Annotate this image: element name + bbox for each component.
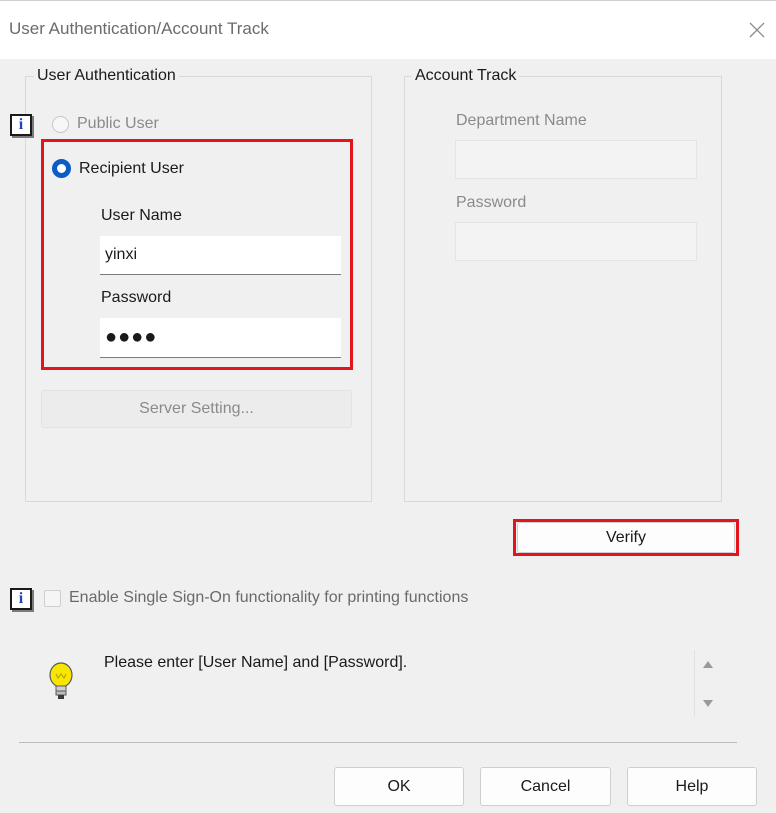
recipient-user-radio[interactable]: Recipient User: [52, 159, 184, 178]
scroll-down-button[interactable]: [701, 699, 715, 709]
verify-highlight-box: [513, 519, 739, 556]
status-message: Please enter [User Name] and [Password].: [104, 654, 408, 671]
footer-divider: [19, 742, 737, 743]
account-password-input[interactable]: [455, 222, 697, 261]
recipient-user-label: Recipient User: [79, 159, 184, 177]
password-label: Password: [101, 289, 172, 306]
department-name-label: Department Name: [456, 112, 587, 129]
message-scrollbar-track: [694, 650, 695, 716]
public-user-radio[interactable]: Public User: [52, 115, 159, 133]
public-user-label: Public User: [77, 115, 159, 132]
account-password-label: Password: [456, 194, 527, 211]
triangle-down-icon: [703, 700, 713, 707]
lightbulb-icon: [49, 662, 73, 699]
user-auth-dialog: User Authentication/Account Track User A…: [0, 0, 776, 813]
window-title: User Authentication/Account Track: [9, 19, 269, 38]
scroll-up-button[interactable]: [701, 659, 715, 669]
recipient-user-radio-circle[interactable]: [52, 159, 71, 178]
ok-button[interactable]: OK: [334, 767, 464, 806]
close-icon: [749, 22, 765, 38]
account-track-legend: Account Track: [412, 67, 520, 85]
password-input[interactable]: [100, 318, 341, 358]
user-name-label: User Name: [101, 207, 182, 224]
help-button[interactable]: Help: [627, 767, 757, 806]
sso-info-letter: i: [18, 590, 24, 607]
sso-info-icon[interactable]: i: [10, 588, 32, 610]
sso-checkbox[interactable]: Enable Single Sign-On functionality for …: [44, 589, 468, 607]
info-icon[interactable]: i: [10, 114, 32, 136]
triangle-up-icon: [703, 661, 713, 668]
user-authentication-legend: User Authentication: [34, 67, 179, 85]
info-letter: i: [18, 116, 24, 133]
sso-label: Enable Single Sign-On functionality for …: [69, 589, 469, 606]
department-name-input[interactable]: [455, 140, 697, 179]
user-name-input[interactable]: [100, 236, 341, 275]
cancel-button[interactable]: Cancel: [480, 767, 611, 806]
sso-checkbox-box[interactable]: [44, 589, 61, 607]
server-setting-button[interactable]: Server Setting...: [41, 390, 352, 428]
public-user-radio-circle[interactable]: [52, 115, 69, 133]
close-button[interactable]: [742, 13, 772, 47]
title-bar: User Authentication/Account Track: [0, 0, 776, 59]
